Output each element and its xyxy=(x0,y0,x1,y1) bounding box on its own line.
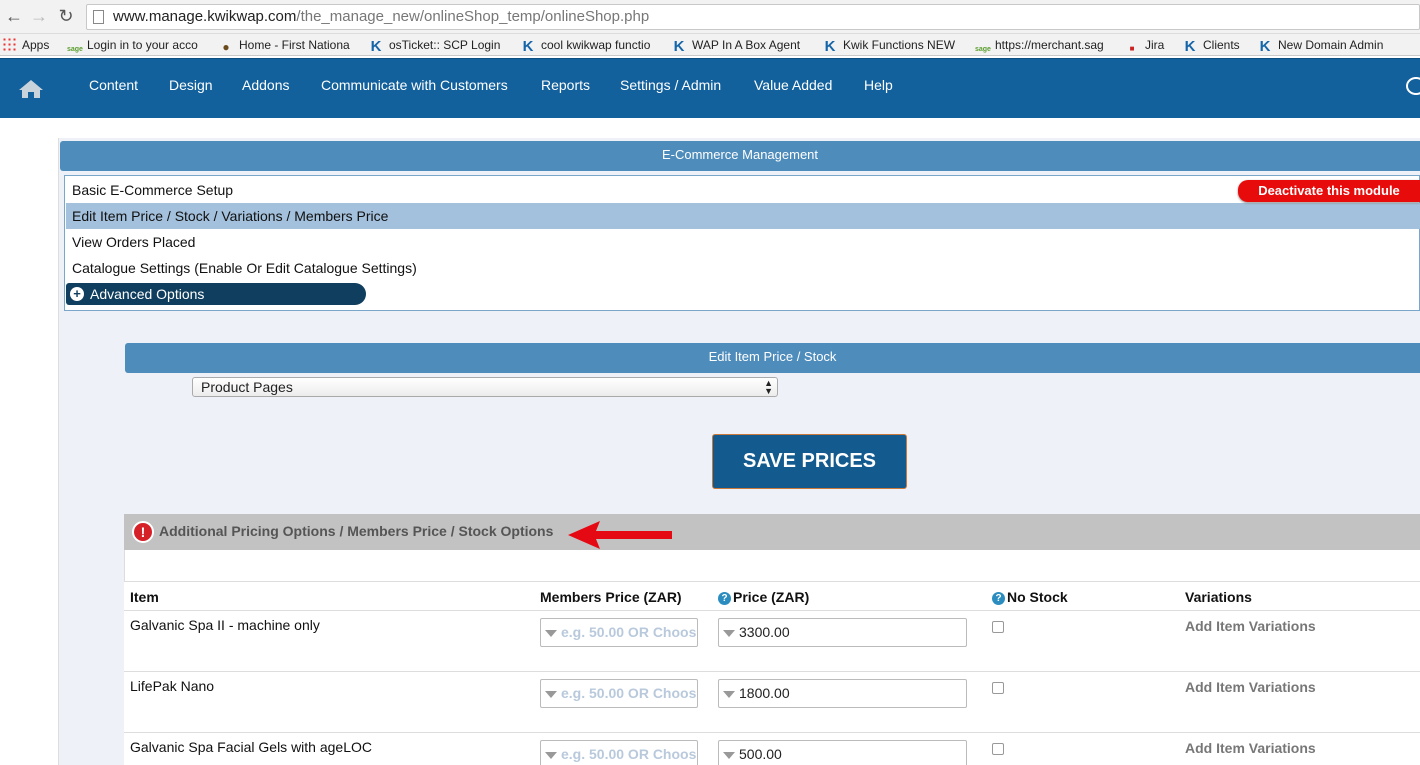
add-item-variations-link[interactable]: Add Item Variations xyxy=(1185,679,1316,695)
no-stock-checkbox[interactable] xyxy=(992,621,1004,633)
table-header: Item Members Price (ZAR) ? Price (ZAR) ? N… xyxy=(124,581,1420,611)
pricing-options-title: Additional Pricing Options / Members Pri… xyxy=(159,523,554,539)
col-price: ? Price (ZAR) xyxy=(718,589,809,605)
edit-price-header: Edit Item Price / Stock xyxy=(125,343,1420,373)
forward-arrow-icon[interactable]: → xyxy=(29,6,49,26)
add-item-variations-link[interactable]: Add Item Variations xyxy=(1185,740,1316,756)
fnb-icon: ● xyxy=(222,40,230,53)
no-stock-checkbox[interactable] xyxy=(992,743,1004,755)
bookmark-apps[interactable]: Apps xyxy=(2,37,54,53)
chat-icon[interactable] xyxy=(1406,77,1420,95)
bookmark-osticket[interactable]: KosTicket:: SCP Login xyxy=(369,37,509,53)
back-arrow-icon[interactable]: ← xyxy=(4,6,24,26)
page-select[interactable]: Product Pages ▲ ▼ xyxy=(192,377,778,397)
dropdown-arrow-icon[interactable] xyxy=(723,630,735,637)
bookmarks-bar: Apps sage Login in to your acco ● Home - F… xyxy=(0,34,1420,56)
item-name: Galvanic Spa II - machine only xyxy=(130,617,320,633)
bookmark-new-domain-admin[interactable]: K New Domain Admin xyxy=(1258,37,1398,53)
page-icon xyxy=(93,10,104,24)
col-variations: Variations xyxy=(1185,589,1252,605)
nav-reports[interactable]: Reports xyxy=(541,76,590,94)
bookmark-fnb-home[interactable]: ● Home - First Nationa xyxy=(219,37,355,53)
table-row: LifePak Nano e.g. 50.00 OR Choos 1800.00… xyxy=(124,672,1420,733)
dropdown-arrow-icon[interactable] xyxy=(545,630,557,637)
bookmark-kwik-functions[interactable]: K Kwik Functions NEW xyxy=(823,37,963,53)
bookmark-clients[interactable]: K Clients xyxy=(1183,37,1249,53)
advanced-options-toggle[interactable]: + Advanced Options xyxy=(66,283,366,305)
nav-addons[interactable]: Addons xyxy=(242,76,289,94)
nav-settings-admin[interactable]: Settings / Admin xyxy=(620,76,721,94)
add-item-variations-link[interactable]: Add Item Variations xyxy=(1185,618,1316,634)
bookmark-wap-in-a-box[interactable]: K WAP In A Box Agent xyxy=(672,37,808,53)
save-prices-button[interactable]: SAVE PRICES xyxy=(712,434,907,489)
dropdown-arrow-icon[interactable] xyxy=(545,752,557,759)
pricing-options-bar[interactable]: ! Additional Pricing Options / Members P… xyxy=(124,514,1420,550)
item-name: LifePak Nano xyxy=(130,678,215,694)
bookmark-jira[interactable]: ■ Jira xyxy=(1125,37,1173,53)
sage-icon: sage xyxy=(67,46,83,53)
deactivate-module-button[interactable]: Deactivate this module xyxy=(1238,180,1420,202)
jira-icon: ■ xyxy=(1129,44,1135,53)
help-icon[interactable]: ? xyxy=(718,592,731,605)
module-edit-item-price[interactable]: Edit Item Price / Stock / Variations / M… xyxy=(66,203,1420,229)
members-price-input[interactable]: e.g. 50.00 OR Choos xyxy=(540,679,698,708)
kwikwap-k-icon: K xyxy=(824,38,836,53)
nav-value-added[interactable]: Value Added xyxy=(754,76,832,94)
col-members-price: Members Price (ZAR) xyxy=(540,589,682,605)
module-view-orders[interactable]: View Orders Placed xyxy=(66,229,1420,255)
plus-circle-icon: + xyxy=(70,287,84,301)
red-arrow-annotation-icon xyxy=(568,521,672,549)
col-item: Item xyxy=(130,589,159,605)
home-icon[interactable] xyxy=(18,79,44,99)
table-row: Galvanic Spa Facial Gels with ageLOC e.g… xyxy=(124,733,1420,765)
kwikwap-k-icon: K xyxy=(1259,38,1271,53)
ecommerce-header: E-Commerce Management xyxy=(60,141,1420,171)
dropdown-arrow-icon[interactable] xyxy=(545,691,557,698)
item-name: Galvanic Spa Facial Gels with ageLOC xyxy=(130,739,372,755)
table-row: Galvanic Spa II - machine only e.g. 50.0… xyxy=(124,611,1420,672)
members-price-input[interactable]: e.g. 50.00 OR Choos xyxy=(540,740,698,765)
alert-icon: ! xyxy=(132,521,154,543)
browser-toolbar: ← → ↻ www.manage.kwikwap.com/the_manage_… xyxy=(0,0,1420,34)
sage-icon: sage xyxy=(975,46,991,53)
kwikwap-k-icon: K xyxy=(1184,38,1196,53)
kwikwap-k-icon: K xyxy=(673,38,685,53)
nav-design[interactable]: Design xyxy=(169,76,213,94)
module-catalogue-settings[interactable]: Catalogue Settings (Enable Or Edit Catal… xyxy=(66,255,1420,281)
apps-grid-icon xyxy=(2,37,16,51)
members-price-input[interactable]: e.g. 50.00 OR Choos xyxy=(540,618,698,647)
module-basic-setup[interactable]: Basic E-Commerce Setup xyxy=(66,177,1420,203)
bookmark-merchant-sage[interactable]: sage https://merchant.sag xyxy=(975,37,1111,53)
kwikwap-k-icon: K xyxy=(370,38,382,53)
col-no-stock: ? No Stock xyxy=(992,589,1068,605)
bookmark-cool-kwikwap[interactable]: Kcool kwikwap functio xyxy=(521,37,659,53)
nav-communicate[interactable]: Communicate with Customers xyxy=(321,76,508,94)
help-icon[interactable]: ? xyxy=(992,592,1005,605)
nav-help[interactable]: Help xyxy=(864,76,893,94)
select-arrows-icon: ▲ ▼ xyxy=(764,378,773,396)
price-input[interactable]: 500.00 xyxy=(718,740,967,765)
price-input[interactable]: 1800.00 xyxy=(718,679,967,708)
nav-content[interactable]: Content xyxy=(89,76,138,94)
dropdown-arrow-icon[interactable] xyxy=(723,752,735,759)
no-stock-checkbox[interactable] xyxy=(992,682,1004,694)
address-bar[interactable]: www.manage.kwikwap.com/the_manage_new/on… xyxy=(86,4,1420,30)
main-nav: Content Design Addons Communicate with C… xyxy=(0,58,1420,118)
price-input[interactable]: 3300.00 xyxy=(718,618,967,647)
bookmark-sage-login[interactable]: sage Login in to your acco xyxy=(67,37,203,53)
dropdown-arrow-icon[interactable] xyxy=(723,691,735,698)
kwikwap-k-icon: K xyxy=(522,38,534,53)
reload-icon[interactable]: ↻ xyxy=(56,6,76,26)
